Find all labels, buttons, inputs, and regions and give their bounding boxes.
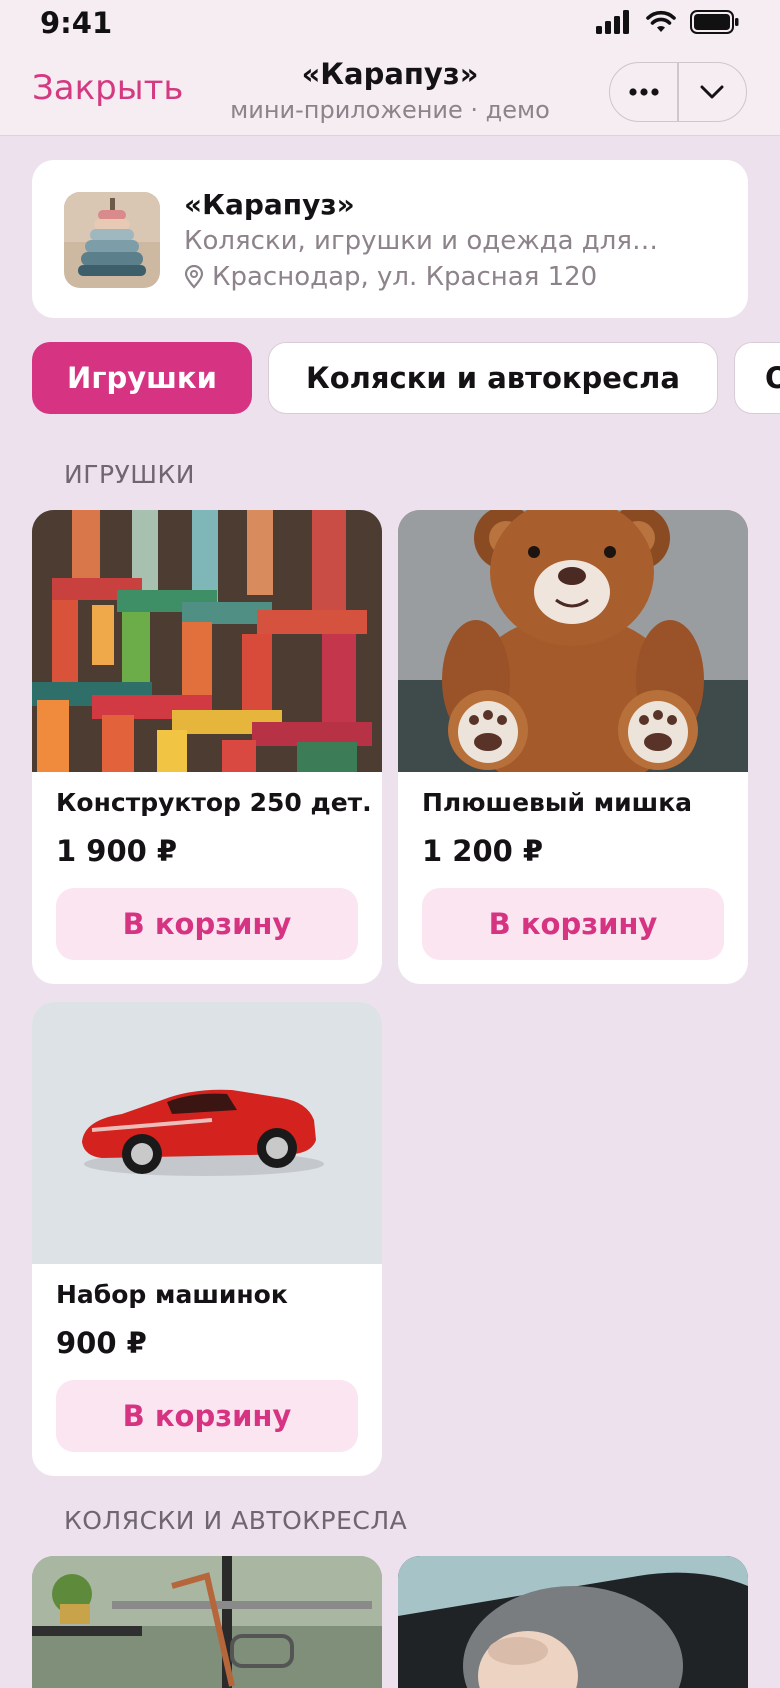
miniapp-capsule: [609, 62, 747, 122]
product-image-car-seat: [398, 1556, 748, 1688]
shop-name: «Карапуз»: [184, 188, 355, 221]
minimize-button[interactable]: [679, 63, 746, 121]
tab-other[interactable]: О: [734, 342, 780, 414]
status-time: 9:41: [40, 6, 113, 40]
category-tabs: Игрушки Коляски и автокресла О: [32, 342, 780, 414]
product-name: Набор машинок: [56, 1280, 288, 1309]
status-icons: [596, 10, 740, 34]
product-price: 1 200 ₽: [422, 834, 544, 868]
more-button[interactable]: [610, 63, 677, 121]
product-card[interactable]: Плюшевый мишка 1 200 ₽ В корзину: [398, 510, 748, 984]
battery-icon: [690, 10, 739, 34]
product-card[interactable]: Конструктор 250 дет. 1 900 ₽ В корзину: [32, 510, 382, 984]
shop-address-text: Краснодар, ул. Красная 120: [212, 262, 598, 292]
more-dots-icon: [629, 88, 659, 96]
tab-toys[interactable]: Игрушки: [32, 342, 252, 414]
add-to-cart-button[interactable]: В корзину: [422, 888, 724, 960]
product-image-teddy-bear: [398, 510, 748, 772]
product-image-blocks: [32, 510, 382, 772]
shop-address: Краснодар, ул. Красная 120: [184, 262, 597, 292]
product-name: Плюшевый мишка: [422, 788, 693, 817]
add-to-cart-button[interactable]: В корзину: [56, 888, 358, 960]
product-card[interactable]: [32, 1556, 382, 1688]
miniapp-header: Закрыть «Карапуз» мини-приложение · демо: [0, 52, 780, 136]
add-to-cart-button[interactable]: В корзину: [56, 1380, 358, 1452]
shop-avatar: [64, 192, 160, 288]
product-price: 900 ₽: [56, 1326, 147, 1360]
product-image-stroller: [32, 1556, 382, 1688]
tab-strollers[interactable]: Коляски и автокресла: [268, 342, 718, 414]
section-title-toys: ИГРУШКИ: [64, 460, 195, 489]
wifi-icon: [646, 10, 676, 32]
signal-icon: [596, 10, 629, 34]
product-card[interactable]: [398, 1556, 748, 1688]
chevron-down-icon: [700, 85, 724, 99]
location-pin-icon: [184, 265, 204, 289]
product-price: 1 900 ₽: [56, 834, 178, 868]
status-bar: 9:41: [0, 0, 780, 52]
product-card[interactable]: Набор машинок 900 ₽ В корзину: [32, 1002, 382, 1476]
product-name: Конструктор 250 дет.: [56, 788, 372, 817]
shop-description: Коляски, игрушки и одежда для…: [184, 226, 659, 256]
product-image-toy-car: [32, 1002, 382, 1264]
shop-info-card: «Карапуз» Коляски, игрушки и одежда для……: [32, 160, 748, 318]
section-title-strollers: КОЛЯСКИ И АВТОКРЕСЛА: [64, 1506, 408, 1535]
